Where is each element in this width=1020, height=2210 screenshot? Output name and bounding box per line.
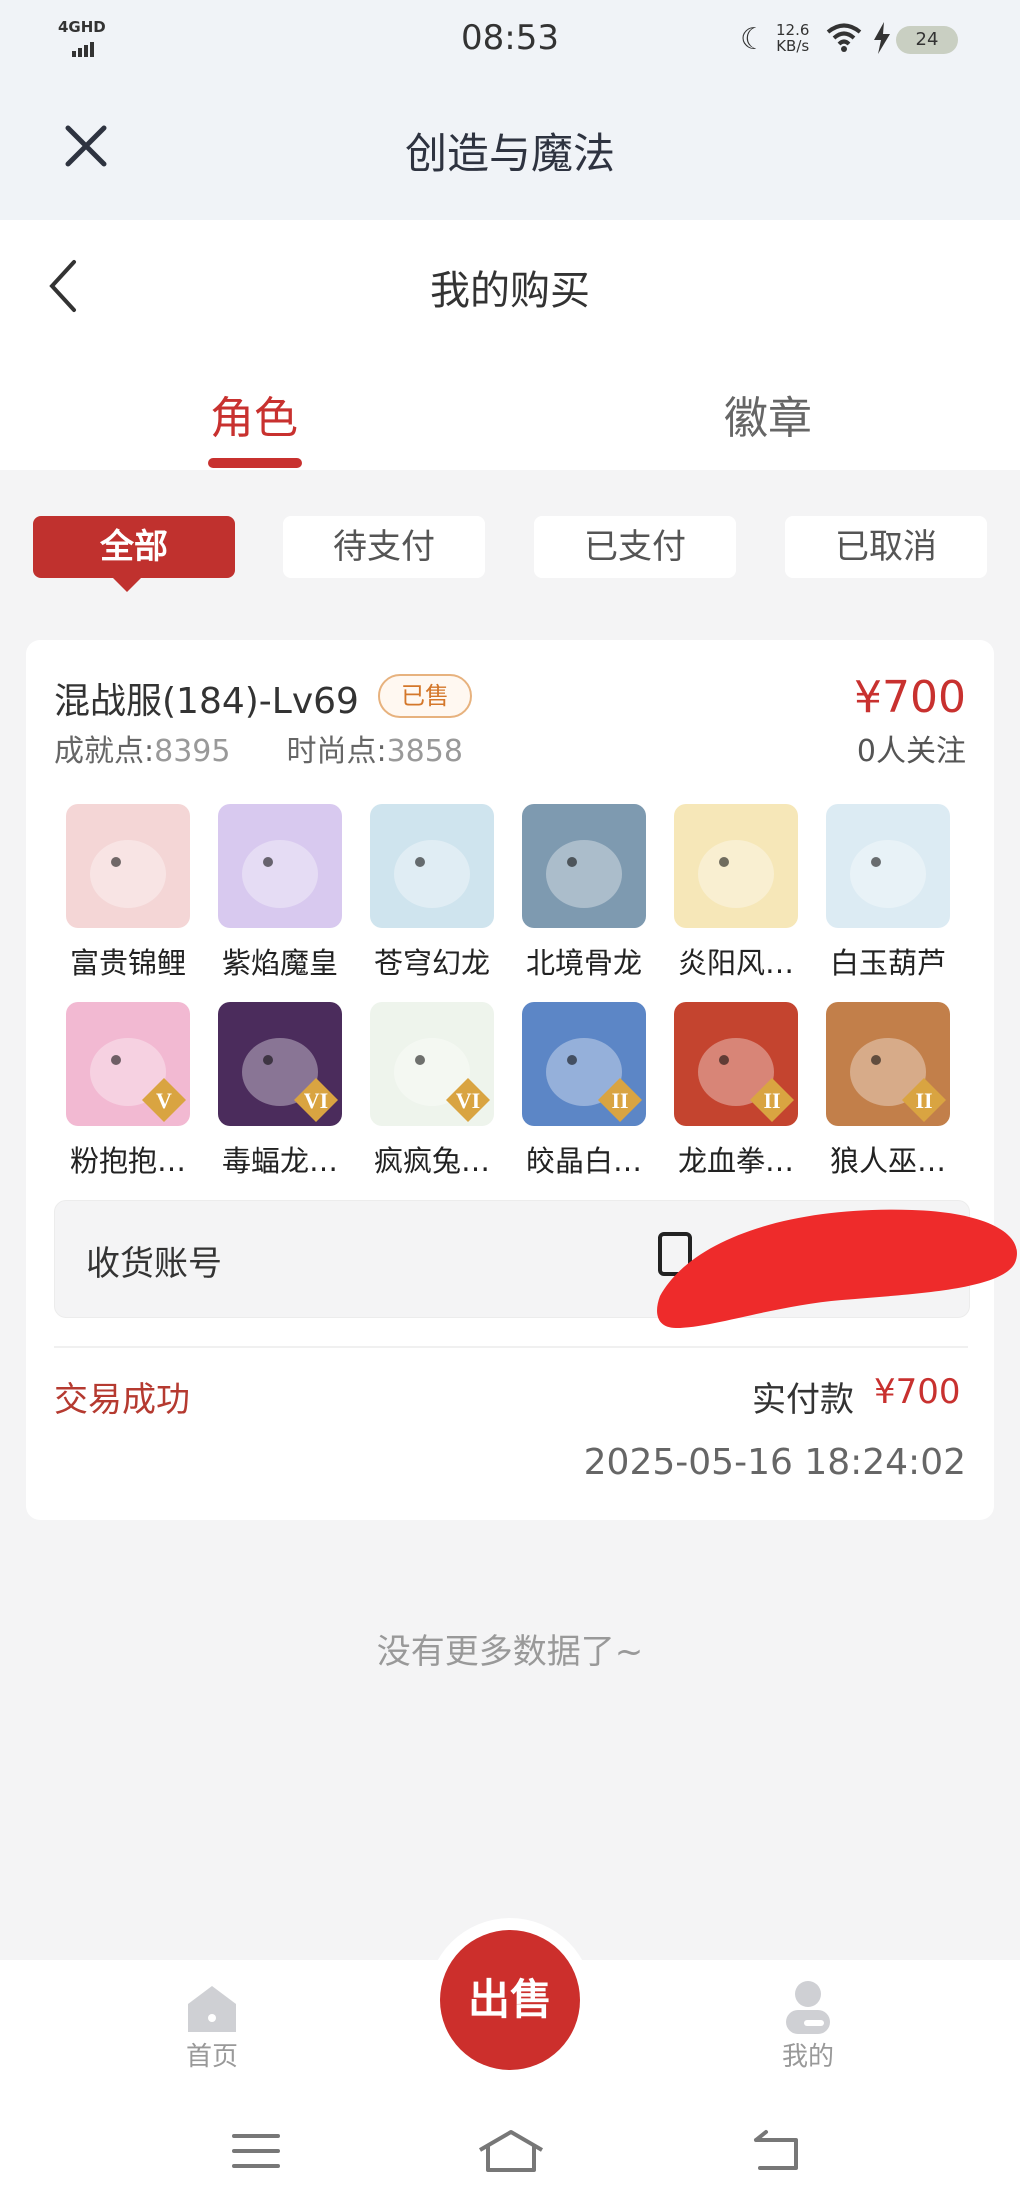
back-system-icon[interactable] [752, 2128, 804, 2178]
trade-status: 交易成功 [54, 1380, 190, 1420]
bone-dragon-pet-icon [522, 804, 646, 928]
svg-text:V: V [156, 1088, 172, 1113]
pet-name: 北境骨龙 [525, 946, 642, 980]
order-timestamp: 2025-05-16 18:24:02 [583, 1442, 966, 1483]
pet-name: 粉抱抱… [69, 1144, 186, 1178]
order-stats: 成就点:8395 时尚点:3858 [54, 726, 463, 770]
nav-home-label[interactable]: 首页 [172, 2036, 252, 2073]
pet-name: 毒蝠龙… [221, 1144, 338, 1178]
pet-avatar[interactable]: VI [370, 1002, 494, 1126]
achievement-label: 成就点: [54, 734, 155, 769]
pet-name: 紫焰魔皇 [221, 946, 338, 980]
pet-avatar[interactable] [826, 804, 950, 928]
sun-wind-pet-icon [674, 804, 798, 928]
pet-name: 炎阳风… [677, 946, 794, 980]
svg-text:II: II [915, 1088, 932, 1113]
svg-text:VI: VI [304, 1088, 328, 1113]
home-icon[interactable] [184, 1984, 240, 2038]
app-title: 创造与魔法 [404, 129, 615, 178]
fashion-value: 3858 [386, 734, 463, 769]
pet-avatar[interactable] [370, 804, 494, 928]
net-speed: 12.6 KB/s [776, 22, 809, 54]
wifi-icon [826, 22, 862, 56]
pink-hug-pet-icon: V [66, 1002, 190, 1126]
filter-all[interactable]: 全部 [33, 516, 235, 578]
follower-count: 0人关注 [856, 734, 966, 769]
pet-avatar[interactable]: II [674, 1002, 798, 1126]
pet-avatar[interactable]: VI [218, 1002, 342, 1126]
tab-active-indicator [208, 458, 302, 468]
pet-name: 富贵锦鲤 [69, 946, 186, 980]
pet-name: 白玉葫芦 [829, 946, 946, 980]
moon-icon: ☾ [740, 22, 767, 57]
paid-amount-label: 实付款 [752, 1380, 854, 1420]
divider [54, 1346, 968, 1348]
svg-text:II: II [763, 1088, 780, 1113]
user-icon[interactable] [784, 1980, 832, 2040]
pet-name: 龙血拳… [677, 1144, 794, 1178]
fashion-label: 时尚点: [286, 734, 387, 769]
svg-text:VI: VI [456, 1088, 480, 1113]
filter-pending-payment[interactable]: 待支付 [283, 516, 485, 578]
net-speed-value: 12.6 [776, 21, 810, 39]
venom-bat-dragon-pet-icon: VI [218, 1002, 342, 1126]
net-speed-unit: KB/s [776, 37, 810, 55]
svg-text:II: II [611, 1088, 628, 1113]
crystal-white-pet-icon: II [522, 1002, 646, 1126]
filter-cancelled[interactable]: 已取消 [785, 516, 987, 578]
jade-gourd-pet-icon [826, 804, 950, 928]
charging-icon [872, 22, 892, 58]
sell-button[interactable]: 出售 [440, 1930, 580, 2070]
order-price: ¥700 [854, 672, 966, 723]
koi-pet-icon [66, 804, 190, 928]
menu-icon[interactable] [230, 2128, 282, 2178]
pet-avatar[interactable] [522, 804, 646, 928]
pet-avatar[interactable]: V [66, 1002, 190, 1126]
pet-name: 苍穹幻龙 [373, 946, 490, 980]
pet-avatar[interactable] [66, 804, 190, 928]
pet-avatar[interactable]: II [522, 1002, 646, 1126]
sky-dragon-pet-icon [370, 804, 494, 928]
purple-flame-pet-icon [218, 804, 342, 928]
paid-amount: ¥700 [874, 1372, 961, 1412]
filter-paid[interactable]: 已支付 [534, 516, 736, 578]
page-title: 我的购买 [430, 268, 590, 314]
order-server-name: 混战服(184)-Lv69 [54, 681, 359, 722]
home-system-icon[interactable] [476, 2128, 546, 2178]
achievement-value: 8395 [154, 734, 231, 769]
pet-avatar[interactable] [674, 804, 798, 928]
battery-indicator: 24 [896, 26, 958, 54]
status-badge: 已售 [378, 674, 472, 718]
pet-avatar[interactable] [218, 804, 342, 928]
redaction-scribble [652, 1198, 1020, 1342]
pet-avatar[interactable]: II [826, 1002, 950, 1126]
receiving-account-label: 收货账号 [86, 1244, 222, 1284]
pet-name: 皎晶白… [525, 1144, 642, 1178]
pet-name: 疯疯兔… [373, 1144, 490, 1178]
crazy-rabbit-pet-icon: VI [370, 1002, 494, 1126]
dragon-blood-fist-pet-icon: II [674, 1002, 798, 1126]
tab-badge[interactable]: 徽章 [724, 382, 812, 446]
tab-role[interactable]: 角色 [210, 382, 298, 446]
werewolf-shaman-pet-icon: II [826, 1002, 950, 1126]
list-end-text: 没有更多数据了~ [376, 1632, 644, 1672]
status-time: 08:53 [461, 18, 559, 58]
pet-name: 狼人巫… [829, 1144, 946, 1178]
filter-active-pointer [113, 578, 141, 592]
nav-me-label[interactable]: 我的 [768, 2036, 848, 2073]
